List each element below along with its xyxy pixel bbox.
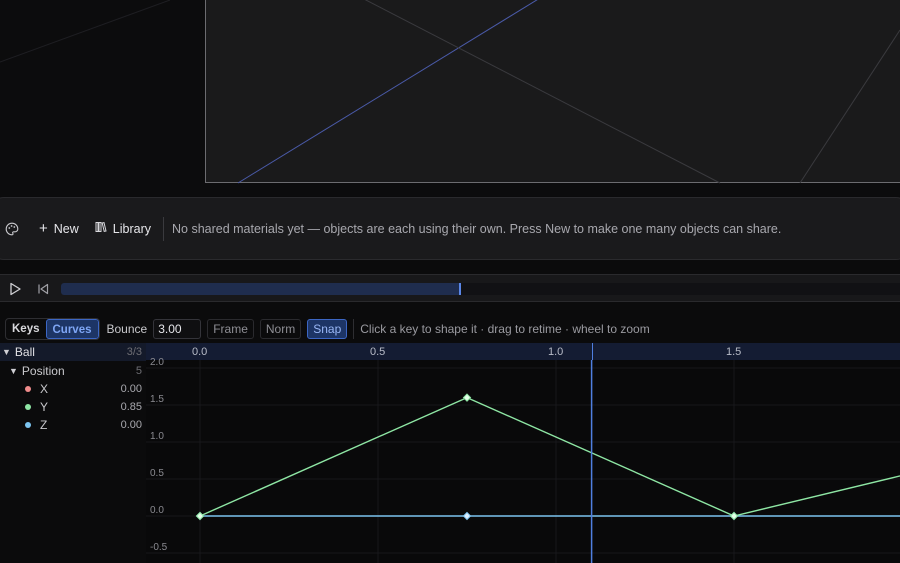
timeline-scrubber[interactable] [61, 283, 900, 295]
bounce-field[interactable] [153, 319, 202, 339]
y-tick-label: 1.5 [150, 394, 164, 405]
y-tick-label: 0.0 [150, 505, 164, 516]
tree-item-x[interactable]: X 0.00 [0, 380, 146, 398]
curve-graph[interactable]: 2.0 1.5 1.0 0.5 0.0 -0.5 [146, 357, 900, 563]
playhead-marker[interactable] [458, 283, 461, 295]
library-icon [95, 221, 107, 236]
playhead-ruler-marker[interactable] [591, 343, 594, 360]
channel-tree: ▼ Ball 3/3 ▼ Position 5 X 0.00 Y 0.85 Z … [0, 343, 146, 563]
time-tick-label: 1.0 [548, 346, 564, 358]
viewport-lines [0, 0, 900, 184]
time-tick-label: 1.5 [726, 346, 742, 358]
grid-axis-line [237, 0, 538, 184]
tree-item-y[interactable]: Y 0.85 [0, 398, 146, 416]
3d-viewport[interactable] [0, 0, 900, 196]
frame-button[interactable]: Frame [207, 319, 254, 339]
channel-name: X [40, 382, 49, 396]
keyframe-marker[interactable] [195, 511, 205, 521]
channel-color-dot [25, 404, 31, 410]
caret-down-icon[interactable]: ▼ [2, 347, 11, 357]
play-icon[interactable] [7, 281, 23, 297]
keyframe-marker[interactable] [462, 393, 472, 402]
timeline-progress [61, 283, 460, 295]
new-material-button[interactable]: + New [31, 217, 87, 241]
time-tick-label: 0.5 [370, 346, 386, 358]
tab-curves[interactable]: Curves [45, 319, 99, 339]
view-mode-toggle: Keys Curves [5, 318, 100, 340]
channel-value: 0.00 [120, 383, 142, 395]
tab-keys[interactable]: Keys [6, 319, 46, 339]
group-name: Position [21, 364, 65, 378]
new-material-label: New [53, 221, 79, 236]
keyframe-marker[interactable] [462, 511, 472, 521]
library-label: Library [112, 221, 151, 236]
channel-name: Y [40, 400, 49, 414]
tree-item-ball[interactable]: ▼ Ball 3/3 [0, 343, 146, 361]
channel-color-dot [25, 422, 31, 428]
snap-toggle[interactable]: Snap [307, 319, 348, 339]
caret-down-icon[interactable]: ▼ [9, 366, 18, 376]
keyframe-marker[interactable] [729, 511, 739, 521]
time-ruler[interactable]: 0.0 0.5 1.0 1.5 [146, 343, 900, 360]
tree-item-position[interactable]: ▼ Position 5 [0, 362, 146, 380]
bounce-label: Bounce [106, 322, 148, 336]
object-name: Ball [14, 345, 35, 359]
materials-bar: + New Library No shared materials yet — … [0, 197, 900, 260]
plus-icon: + [39, 220, 48, 237]
palette-icon[interactable] [5, 222, 19, 236]
library-button[interactable]: Library [87, 217, 159, 241]
grid-line [0, 0, 171, 63]
key-count: 3/3 [126, 346, 142, 358]
curve-editor-toolbar: Keys Curves Bounce Frame Norm Snap Click… [0, 318, 900, 340]
curve-canvas[interactable] [146, 360, 900, 563]
grid-line [799, 29, 900, 184]
editor-hint: Click a key to shape it · drag to retime… [360, 322, 650, 336]
skip-to-start-icon[interactable] [35, 281, 51, 297]
y-tick-label: 0.5 [150, 468, 164, 479]
channel-name: Z [40, 418, 48, 432]
channel-value: 0.85 [120, 401, 142, 413]
key-count: 5 [135, 365, 142, 377]
y-tick-label: -0.5 [150, 542, 168, 553]
divider [353, 319, 355, 339]
norm-button[interactable]: Norm [259, 319, 302, 339]
channel-color-dot [25, 386, 31, 392]
materials-empty-message: No shared materials yet — objects are ea… [172, 221, 782, 236]
channel-value: 0.00 [120, 419, 142, 431]
time-tick-label: 0.0 [192, 346, 208, 358]
y-tick-label: 1.0 [150, 431, 164, 442]
y-curve [199, 396, 900, 517]
grid-line [364, 0, 721, 184]
tree-item-z[interactable]: Z 0.00 [0, 416, 146, 434]
transport-bar [0, 274, 900, 302]
divider [163, 216, 164, 241]
y-tick-label: 2.0 [150, 357, 164, 368]
